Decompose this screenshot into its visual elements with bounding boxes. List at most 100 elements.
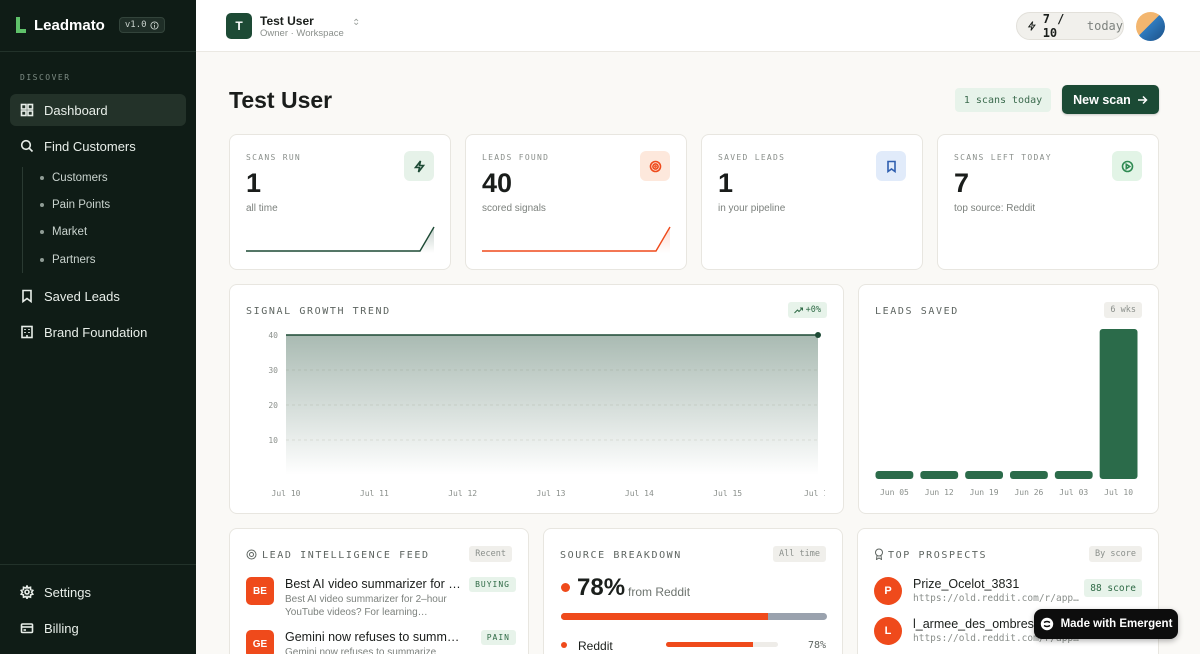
stat-label: SAVED LEADS [718, 153, 786, 162]
made-with-emergent-button[interactable]: Made with Emergent [1034, 609, 1178, 639]
stat-sub: scored signals [482, 203, 546, 214]
bar [1054, 471, 1093, 479]
topbar: T Test User Owner · Workspace ⌃ ⌄ 7 / 10 … [196, 0, 1200, 52]
card-title: SOURCE BREAKDOWN [560, 550, 682, 561]
nav-dashboard[interactable]: Dashboard [10, 94, 186, 126]
card-title: LEAD INTELLIGENCE FEED [262, 550, 430, 561]
bullet-icon [40, 176, 44, 180]
y-tick-label: 10 [268, 436, 278, 445]
target-icon [640, 151, 670, 181]
play-icon [1112, 151, 1142, 181]
sidebar-divider [0, 51, 196, 52]
chevron-updown-icon[interactable]: ⌃ ⌄ [352, 17, 360, 40]
bookmark-icon [22, 289, 32, 303]
brand-name: Leadmato [34, 16, 105, 34]
source-from: from Reddit [628, 585, 691, 599]
bullet-icon [40, 258, 44, 262]
version-badge[interactable]: v1.0 [118, 17, 165, 33]
nav-dashboard-label: Dashboard [44, 102, 108, 118]
feed-item[interactable]: GE Gemini now refuses to summarize Gemin… [246, 628, 516, 654]
stat-card-scans-run: SCANS RUN 1 all time [229, 134, 451, 270]
source-badge: All time [773, 546, 826, 562]
section-label-discover: DISCOVER [20, 73, 71, 82]
stat-value: 1 [246, 168, 262, 198]
feed-desc: Best AI video summarizer for 2–hour YouT… [285, 594, 447, 618]
bar [875, 471, 914, 479]
workspace-role: Owner · Workspace [260, 28, 344, 39]
x-tick-label: Jun 26 [1014, 488, 1043, 497]
source-row-name: Reddit [578, 639, 613, 653]
bar [920, 471, 959, 479]
y-tick-label: 20 [268, 401, 278, 410]
brand[interactable]: Leadmato v1.0 [14, 16, 165, 34]
stat-label: LEADS FOUND [482, 153, 550, 162]
user-avatar[interactable] [1136, 12, 1165, 41]
quota-suffix: today [1086, 19, 1123, 33]
trend-area [286, 335, 818, 475]
nav-billing[interactable]: Billing [10, 612, 186, 644]
stat-card-leads-found: LEADS FOUND 40 scored signals [465, 134, 687, 270]
x-tick-label: Jun 05 [880, 488, 909, 497]
nav-brand-foundation[interactable]: Brand Foundation [10, 316, 186, 348]
bullet-icon [40, 203, 44, 207]
leads-saved-badge: 6 wks [1104, 302, 1142, 318]
leads-saved-chart: Jun 05 Jun 12 Jun 19 Jun 26 Jul 03 Jul 10 [875, 329, 1138, 497]
subnav-pain-points[interactable]: Pain Points [40, 199, 110, 211]
nav-brand-foundation-label: Brand Foundation [44, 324, 148, 340]
sidebar: Leadmato v1.0 DISCOVER Dashboard Find Cu… [0, 0, 196, 654]
x-tick-label: Jul 10 [272, 489, 301, 498]
subnav-market-label: Market [52, 226, 88, 238]
stat-card-saved-leads: SAVED LEADS 1 in your pipeline [701, 134, 923, 270]
nav-settings[interactable]: Settings [10, 576, 186, 608]
new-scan-label: New scan [1073, 92, 1131, 107]
workspace-avatar[interactable]: T [226, 13, 252, 39]
feed-title: Best AI video summarizer for 2-hour YouT… [285, 577, 465, 591]
feed-initials: BE [246, 577, 274, 605]
prospect-item[interactable]: P Prize_Ocelot_3831 https://old.reddit.c… [874, 577, 1142, 609]
nav-settings-label: Settings [44, 584, 91, 600]
stat-label: SCANS LEFT TODAY [954, 153, 1052, 162]
stat-card-scans-left: SCANS LEFT TODAY 7 top source: Reddit [937, 134, 1159, 270]
gear-icon [20, 585, 34, 599]
bar [1010, 471, 1048, 479]
prospect-url[interactable]: https://old.reddit.com/r/apps… [913, 593, 1079, 604]
trend-end-point [815, 332, 821, 338]
quota-value: 7 / 10 [1042, 12, 1065, 40]
bookmark-icon [876, 151, 906, 181]
trend-badge: +0% [787, 302, 827, 318]
grid-icon [20, 103, 34, 117]
bar [1099, 329, 1138, 479]
stat-value: 40 [482, 168, 513, 198]
nav-find-customers[interactable]: Find Customers [10, 130, 186, 162]
sparkline-scans [246, 226, 435, 253]
x-tick-label: Jul 03 [1059, 488, 1088, 497]
signal-growth-chart: 40 30 20 10 Jul 10 Jul 11 Jul 12 Jul 13 Jul 14 Ju… [268, 331, 825, 498]
nav-find-customers-label: Find Customers [44, 138, 136, 154]
y-tick-label: 40 [268, 331, 278, 340]
award-icon [875, 548, 883, 560]
subnav-partners[interactable]: Partners [40, 254, 95, 266]
new-scan-button[interactable]: New scan [1062, 85, 1159, 114]
nav-billing-label: Billing [44, 620, 79, 636]
stat-value: 1 [718, 168, 734, 198]
daily-quota-pill[interactable]: 7 / 10 today [1016, 12, 1124, 40]
main-content: Test User 1 scans today New scan SCANS R… [196, 52, 1200, 654]
feed-tag: PAIN [480, 630, 516, 645]
source-bar-fill [561, 613, 769, 620]
stat-label: SCANS RUN [246, 153, 302, 162]
y-tick-label: 30 [268, 366, 278, 375]
x-tick-label: Jul 11 [360, 489, 389, 498]
reddit-dot [561, 583, 570, 592]
trend-badge-text: +0% [805, 305, 821, 315]
x-tick-label: Jul 10 [1104, 488, 1133, 497]
subnav-market[interactable]: Market [40, 226, 87, 238]
nav-saved-leads[interactable]: Saved Leads [10, 280, 186, 312]
signal-growth-card: SIGNAL GROWTH TREND +0% 40 30 20 10 Jul 10 Ju… [229, 284, 844, 514]
feed-title: Gemini now refuses to summarize [285, 630, 465, 644]
subnav-line [22, 167, 23, 273]
subnav-customers[interactable]: Customers [40, 172, 108, 184]
source-percent: 78% [577, 574, 626, 601]
workspace-name[interactable]: Test User [260, 14, 314, 28]
made-with-emergent-label: Made with Emergent [1060, 618, 1173, 630]
feed-item[interactable]: BE Best AI video summarizer for 2-hour Y… [246, 575, 516, 621]
